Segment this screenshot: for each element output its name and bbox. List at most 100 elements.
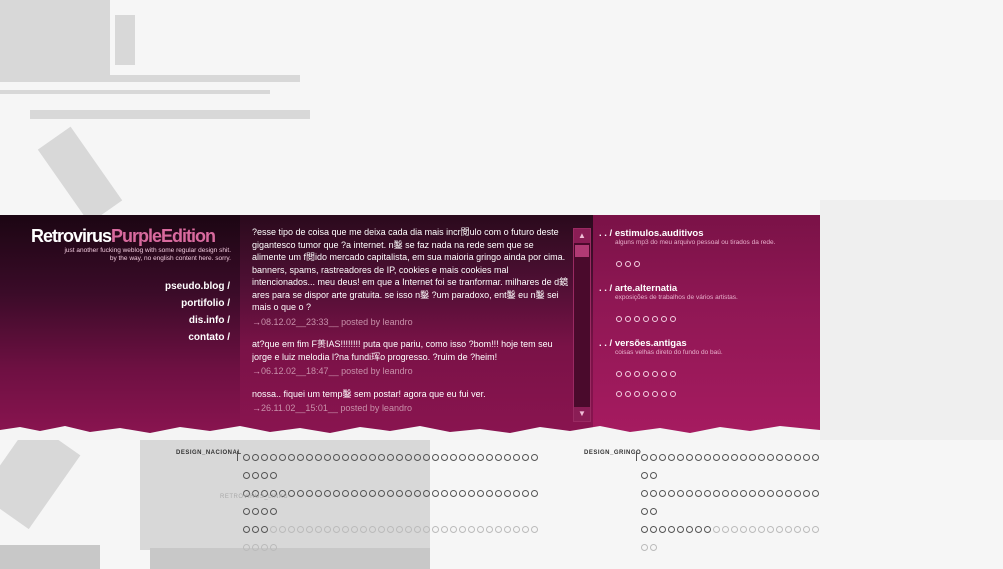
link-dot[interactable] [414,526,421,533]
link-dot[interactable] [668,454,675,461]
site-logo[interactable]: RetrovirusPurpleEdition [31,226,216,247]
link-dot[interactable] [650,544,657,551]
link-dot[interactable] [668,526,675,533]
link-dot[interactable] [677,454,684,461]
link-dot[interactable] [243,454,250,461]
link-dot[interactable] [659,490,666,497]
link-dot[interactable] [333,526,340,533]
link-dot[interactable] [713,454,720,461]
dot-link[interactable] [661,391,667,397]
link-dot[interactable] [369,526,376,533]
link-dot[interactable] [288,490,295,497]
dot-link[interactable] [625,371,631,377]
link-dot[interactable] [261,454,268,461]
link-dot[interactable] [522,454,529,461]
blog-content[interactable]: ?esse tipo de coisa que me deixa cada di… [252,226,570,422]
nav-dis-info[interactable]: dis.info / [165,312,230,329]
link-dot[interactable] [495,490,502,497]
link-dot[interactable] [513,490,520,497]
link-dot[interactable] [333,490,340,497]
dot-link[interactable] [625,316,631,322]
dot-link[interactable] [670,371,676,377]
link-dot[interactable] [486,454,493,461]
link-dot[interactable] [767,490,774,497]
link-dot[interactable] [360,490,367,497]
link-dot[interactable] [405,490,412,497]
link-dot[interactable] [324,454,331,461]
link-dot[interactable] [261,526,268,533]
nav-pseudo-blog[interactable]: pseudo.blog / [165,278,230,295]
link-dot[interactable] [252,544,259,551]
section-versoes-antigas[interactable]: . . / versões.antigas coisas velhas dire… [599,338,723,402]
link-dot[interactable] [378,526,385,533]
link-dot[interactable] [504,490,511,497]
link-dot[interactable] [641,472,648,479]
link-dot[interactable] [351,490,358,497]
link-dot[interactable] [477,454,484,461]
link-dot[interactable] [441,490,448,497]
triangle-down-icon[interactable]: ▼ [574,407,590,421]
link-dot[interactable] [749,526,756,533]
link-dot[interactable] [767,454,774,461]
link-dot[interactable] [423,526,430,533]
link-dot[interactable] [486,490,493,497]
dot-link[interactable] [652,316,658,322]
link-dot[interactable] [641,526,648,533]
link-dot[interactable] [270,454,277,461]
link-dot[interactable] [713,526,720,533]
link-dot[interactable] [459,526,466,533]
link-dot[interactable] [785,490,792,497]
link-dot[interactable] [641,490,648,497]
link-dot[interactable] [288,454,295,461]
link-dot[interactable] [731,454,738,461]
link-dot[interactable] [794,454,801,461]
dot-link[interactable] [670,391,676,397]
dot-link[interactable] [643,391,649,397]
link-dot[interactable] [306,490,313,497]
dot-link[interactable] [634,316,640,322]
link-dot[interactable] [749,490,756,497]
link-dot[interactable] [288,526,295,533]
link-dot[interactable] [477,490,484,497]
link-dot[interactable] [243,526,250,533]
link-dot[interactable] [776,454,783,461]
link-dot[interactable] [306,526,313,533]
link-dot[interactable] [641,544,648,551]
link-dot[interactable] [252,508,259,515]
triangle-up-icon[interactable]: ▲ [574,229,590,243]
link-dot[interactable] [459,490,466,497]
link-dot[interactable] [668,490,675,497]
link-dot[interactable] [812,454,819,461]
link-dot[interactable] [731,490,738,497]
dot-link[interactable] [661,371,667,377]
link-dot[interactable] [659,454,666,461]
link-dot[interactable] [324,490,331,497]
link-dot[interactable] [650,454,657,461]
link-dot[interactable] [360,526,367,533]
link-dot[interactable] [704,490,711,497]
link-dot[interactable] [776,490,783,497]
link-dot[interactable] [794,526,801,533]
link-dot[interactable] [722,490,729,497]
link-dot[interactable] [812,526,819,533]
dot-link[interactable] [670,316,676,322]
link-dot[interactable] [659,526,666,533]
section-title[interactable]: . . / arte.alternatia [599,283,738,294]
link-dot[interactable] [641,454,648,461]
link-dot[interactable] [477,526,484,533]
link-dot[interactable] [441,454,448,461]
link-dot[interactable] [360,454,367,461]
link-dot[interactable] [279,454,286,461]
link-dot[interactable] [432,526,439,533]
link-dot[interactable] [704,454,711,461]
link-dot[interactable] [450,490,457,497]
link-dot[interactable] [468,454,475,461]
dot-link[interactable] [616,316,622,322]
link-dot[interactable] [513,526,520,533]
link-dot[interactable] [767,526,774,533]
link-dot[interactable] [270,508,277,515]
link-dot[interactable] [459,454,466,461]
link-dot[interactable] [677,526,684,533]
link-dot[interactable] [812,490,819,497]
link-dot[interactable] [803,490,810,497]
